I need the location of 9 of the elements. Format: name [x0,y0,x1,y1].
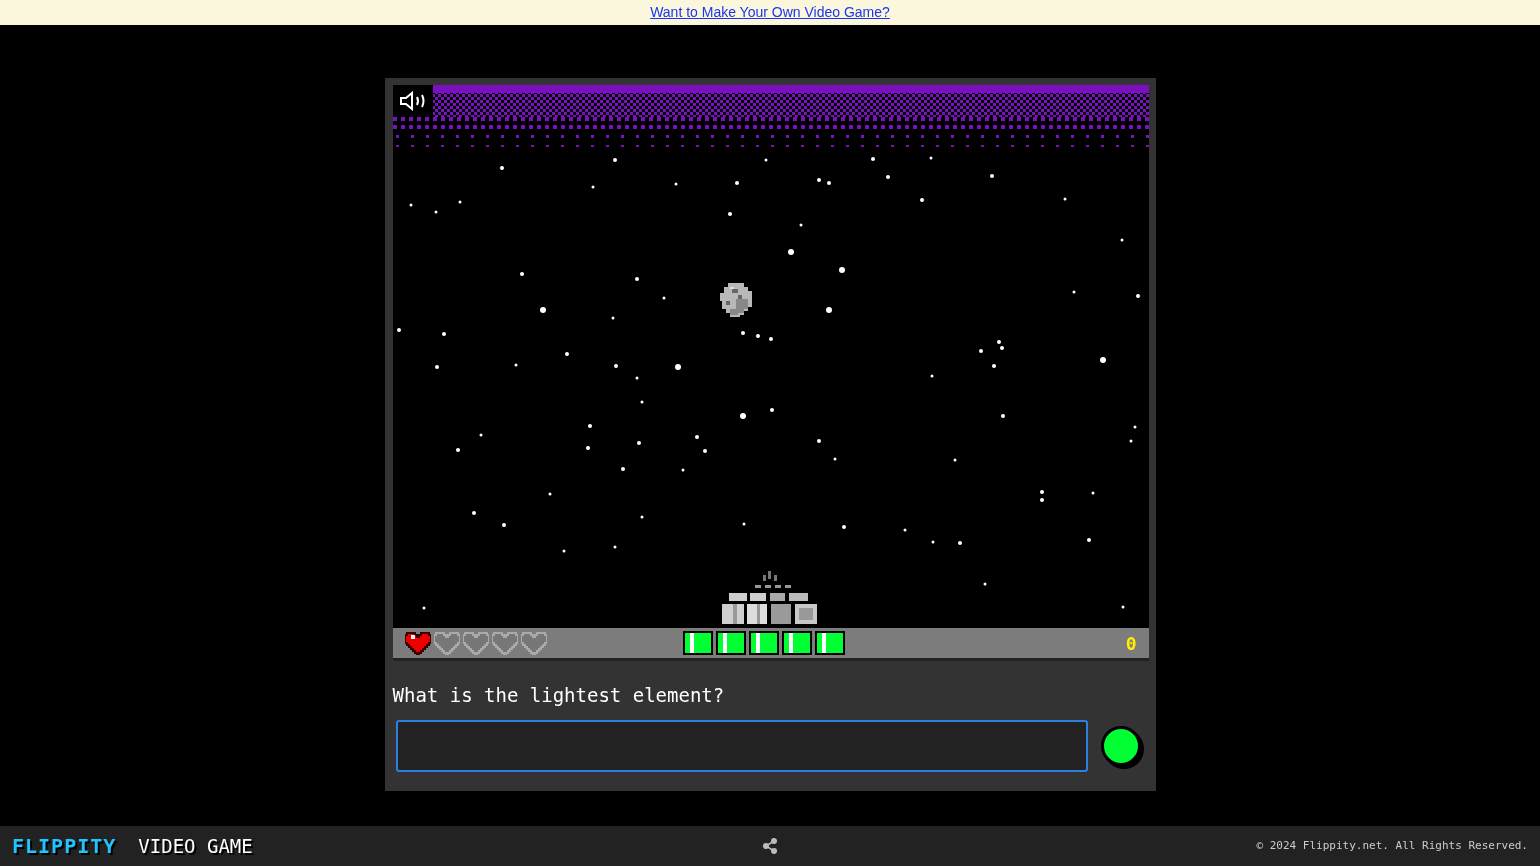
share-icon[interactable] [762,838,778,854]
submit-button[interactable] [1100,725,1141,766]
question-text: What is the lightest element? [392,683,726,708]
copyright-text: © 2024 Flippity.net. All Rights Reserved. [1256,837,1528,854]
make-game-link[interactable]: Want to Make Your Own Video Game? [650,2,890,23]
score: 0 [1125,631,1137,656]
answer-field[interactable] [395,719,1088,772]
brand-logo: FLIPPITY [12,833,117,860]
product-name: VIDEO GAME [138,833,253,859]
